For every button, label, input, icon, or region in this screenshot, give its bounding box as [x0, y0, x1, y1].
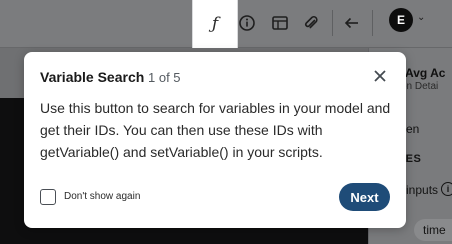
avatar-initial: E — [396, 13, 405, 27]
variable-search-button[interactable]: ƒ — [192, 0, 238, 48]
arrow-left-icon[interactable] — [339, 10, 365, 36]
dont-show-again-label[interactable]: Don't show again — [64, 191, 140, 202]
close-button[interactable] — [368, 64, 392, 88]
inputs-info-icon[interactable]: i — [441, 182, 452, 196]
info-icon[interactable] — [234, 10, 260, 36]
variable-chip[interactable]: time — [414, 219, 452, 241]
close-icon — [374, 70, 386, 82]
layout-icon[interactable] — [267, 10, 293, 36]
side-panel-title: Avg Ac — [405, 66, 446, 80]
avatar[interactable]: E — [389, 8, 413, 32]
dont-show-again-checkbox[interactable] — [40, 189, 56, 205]
next-button[interactable]: Next — [339, 183, 390, 211]
chevron-down-icon[interactable]: ⌄ — [417, 12, 425, 23]
app-toolbar: ƒ E ⌄ — [0, 0, 452, 48]
popover-title: Variable Search — [40, 69, 145, 85]
toolbar-divider — [332, 10, 333, 36]
paperclip-icon[interactable] — [298, 10, 324, 36]
toolbar-divider — [372, 10, 373, 36]
inputs-label: inputs — [406, 183, 439, 197]
popover-step-counter: 1 of 5 — [148, 70, 181, 85]
popover-body: Use this button to search for variables … — [40, 100, 391, 160]
variable-search-popover: Variable Search 1 of 5 Use this button t… — [24, 52, 406, 228]
function-icon: ƒ — [211, 14, 219, 34]
